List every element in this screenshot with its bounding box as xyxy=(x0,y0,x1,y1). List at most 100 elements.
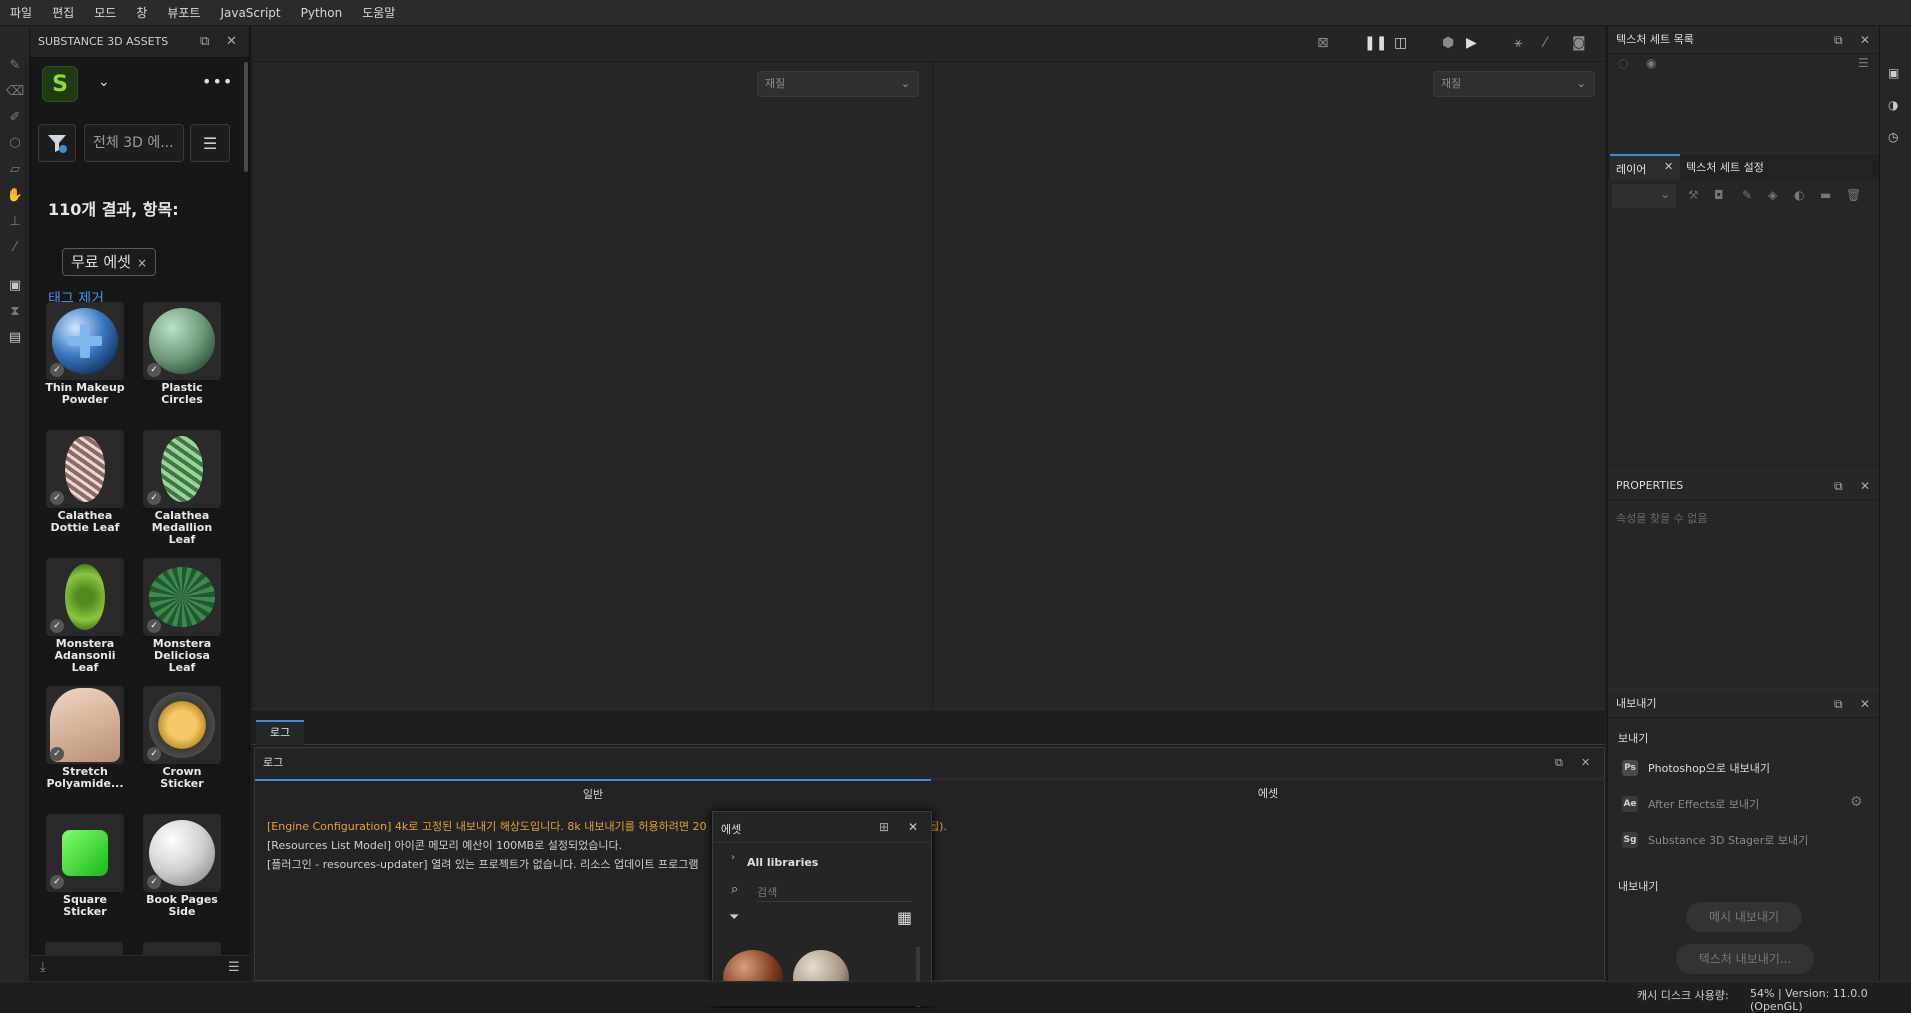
more-options-icon[interactable]: ••• xyxy=(202,72,233,91)
tag-close-icon[interactable]: × xyxy=(137,256,147,270)
close-icon[interactable]: ✕ xyxy=(226,34,237,49)
asset-card[interactable]: ✓ Monstera Adansonii Leaf xyxy=(45,558,125,674)
close-icon[interactable]: ✕ xyxy=(908,820,918,834)
tool-strip: ✎ ⌫ ✐ ⬡ ▱ ✋ ⊥ ⁄ ▣ ⧗ ▤ xyxy=(0,26,30,981)
asset-card[interactable]: ✓ Thin Makeup Powder xyxy=(45,302,125,406)
float-panel-icon[interactable]: ⧉ xyxy=(1834,472,1843,500)
log-column-preset[interactable]: 에셋 xyxy=(931,779,1605,807)
menu-mode[interactable]: 모드 xyxy=(84,4,126,21)
log-column-general[interactable]: 일반 xyxy=(255,779,931,807)
add-paint-layer-icon[interactable]: ✎ xyxy=(1742,188,1752,202)
layout-icon[interactable]: ⊞ xyxy=(879,820,889,834)
screenshot-icon[interactable]: ◙ xyxy=(1572,35,1586,51)
asset-search-input[interactable]: 전체 3D 에... xyxy=(84,124,184,162)
add-fill-layer-icon[interactable]: ◈ xyxy=(1768,188,1777,202)
menu-icon[interactable]: ☰ xyxy=(1858,56,1869,70)
sort-button[interactable]: ☰ xyxy=(190,124,230,162)
send-to-after-effects-button[interactable]: Ae After Effects로 보내기 xyxy=(1622,794,1759,814)
symmetry-icon[interactable]: ⚹ xyxy=(1514,35,1522,51)
float-panel-icon[interactable]: ⧉ xyxy=(200,34,209,49)
history-icon[interactable]: ⧗ xyxy=(6,302,24,320)
close-icon[interactable]: ✕ xyxy=(1860,690,1870,718)
menu-file[interactable]: 파일 xyxy=(0,4,42,21)
split-view-icon[interactable]: ◫ xyxy=(1394,35,1407,51)
tag-label: 무료 에셋 xyxy=(71,253,131,271)
filter-button[interactable] xyxy=(38,124,76,162)
chevron-right-icon[interactable]: › xyxy=(731,852,735,863)
asset-card[interactable]: ✓ Crown Sticker xyxy=(142,686,222,790)
asset-card[interactable]: ✓ Plastic Circles xyxy=(142,302,222,406)
asset-thumbnail: ✓ xyxy=(143,430,221,508)
trash-icon[interactable]: 🗑 xyxy=(1846,188,1861,202)
layers-panel: 레이어 ✕ 텍스처 세트 설정 ⌄ ⚒ ◘ ✎ ◈ ◐ ▬ 🗑 xyxy=(1608,154,1880,470)
camera-icon[interactable]: ▶ xyxy=(1466,35,1477,51)
folder-icon[interactable]: ▬ xyxy=(1820,188,1831,202)
close-icon[interactable]: ✕ xyxy=(1664,160,1673,173)
close-icon[interactable]: ✕ xyxy=(1581,748,1590,778)
preset-search-input[interactable]: 검색 xyxy=(757,884,912,902)
material-select-2d[interactable]: 재질 ⌄ xyxy=(1433,71,1595,97)
polygon-fill-icon[interactable]: ▱ xyxy=(6,160,24,178)
assets-scrollbar[interactable] xyxy=(244,62,248,172)
list-settings-icon[interactable]: ☰ xyxy=(228,960,240,975)
export-mesh-button[interactable]: 메시 내보내기 xyxy=(1686,902,1802,932)
export-title: 내보내기 xyxy=(1616,697,1657,710)
menu-javascript[interactable]: JavaScript xyxy=(210,6,290,20)
assets-panel-icon[interactable]: ▣ xyxy=(6,276,24,294)
download-icon[interactable]: ⤓ xyxy=(40,960,46,975)
log-icon[interactable]: ▤ xyxy=(6,328,24,346)
eraser-icon[interactable]: ⌫ xyxy=(6,82,24,100)
smudge-icon[interactable]: ✋ xyxy=(6,186,24,204)
send-to-photoshop-button[interactable]: Ps Photoshop으로 내보내기 xyxy=(1622,758,1770,778)
close-icon[interactable]: ✕ xyxy=(1860,472,1870,500)
cube-icon[interactable]: ⬢ xyxy=(1442,35,1454,51)
menu-window[interactable]: 창 xyxy=(126,4,157,21)
gear-icon[interactable]: ⚙ xyxy=(1850,794,1863,810)
tab-texture-set-settings[interactable]: 텍스처 세트 설정 xyxy=(1686,159,1764,175)
float-panel-icon[interactable]: ⧉ xyxy=(1834,26,1843,54)
display-settings-icon[interactable]: ◑ xyxy=(1888,98,1898,112)
float-panel-icon[interactable]: ⧉ xyxy=(1834,690,1843,718)
send-to-stager-button[interactable]: Sg Substance 3D Stager로 보내기 xyxy=(1622,830,1808,850)
texture-set-icon[interactable]: ▣ xyxy=(1888,66,1899,80)
library-selector[interactable]: All libraries xyxy=(747,856,818,869)
add-mask-icon[interactable]: ◘ xyxy=(1714,188,1724,202)
tab-log[interactable]: 로그 xyxy=(256,720,304,745)
add-effect-icon[interactable]: ⚒ xyxy=(1688,188,1699,202)
visibility-off-icon[interactable]: ◌ xyxy=(1618,56,1628,70)
geometry-fill-icon[interactable]: ⬡ xyxy=(6,134,24,152)
substance-logo[interactable]: S xyxy=(42,66,78,102)
asset-card[interactable]: ✓ Square Sticker xyxy=(45,814,125,918)
history-icon[interactable]: ◷ xyxy=(1888,130,1898,144)
menu-python[interactable]: Python xyxy=(291,6,353,20)
projection-icon[interactable]: ✐ xyxy=(6,108,24,126)
menu-help[interactable]: 도움말 xyxy=(352,4,405,21)
asset-card[interactable]: ✓ Stretch Polyamide... xyxy=(45,686,125,790)
asset-card[interactable]: ✓ Book Pages Side xyxy=(142,814,222,918)
paint-brush-icon[interactable]: ✎ xyxy=(6,56,24,74)
eye-icon[interactable]: ◉ xyxy=(1646,56,1656,70)
add-group-icon[interactable]: ◐ xyxy=(1794,188,1804,202)
asset-card[interactable]: ✓ Calathea Medallion Leaf xyxy=(142,430,222,546)
color-picker-icon[interactable]: ⁄ xyxy=(6,238,24,256)
clone-stamp-icon[interactable]: ⊥ xyxy=(6,212,24,230)
asset-card[interactable]: ✓ Calathea Dottie Leaf xyxy=(45,430,125,534)
float-panel-icon[interactable]: ⧉ xyxy=(1555,748,1563,778)
blend-mode-select[interactable]: ⌄ xyxy=(1612,184,1676,208)
asset-card[interactable]: ✓ Monstera Deliciosa Leaf xyxy=(142,558,222,674)
filter-icon[interactable]: ⏷ xyxy=(729,910,739,925)
brush-settings-icon[interactable]: ⁄ xyxy=(1544,35,1546,51)
material-select-3d[interactable]: 재질 ⌄ xyxy=(757,71,919,97)
viewport[interactable] xyxy=(252,26,1605,709)
menu-viewport[interactable]: 뷰포트 xyxy=(157,4,210,21)
close-icon[interactable]: ✕ xyxy=(1860,26,1870,54)
tab-layers[interactable]: 레이어 ✕ xyxy=(1610,154,1680,180)
preset-panel: 에셋 ⊞ ✕ › All libraries ⌕ 검색 ⏷ ▦ xyxy=(712,811,932,1007)
pause-icon[interactable]: ❚❚ xyxy=(1364,35,1387,51)
grid-view-icon[interactable]: ▦ xyxy=(897,908,912,927)
filter-tag-chip[interactable]: 무료 에셋 × xyxy=(62,248,157,276)
export-textures-button[interactable]: 텍스처 내보내기... xyxy=(1676,944,1814,974)
menu-edit[interactable]: 편집 xyxy=(42,4,84,21)
chevron-down-icon[interactable]: ⌄ xyxy=(98,74,110,90)
hide-icon[interactable]: ⊠ xyxy=(1317,35,1329,51)
